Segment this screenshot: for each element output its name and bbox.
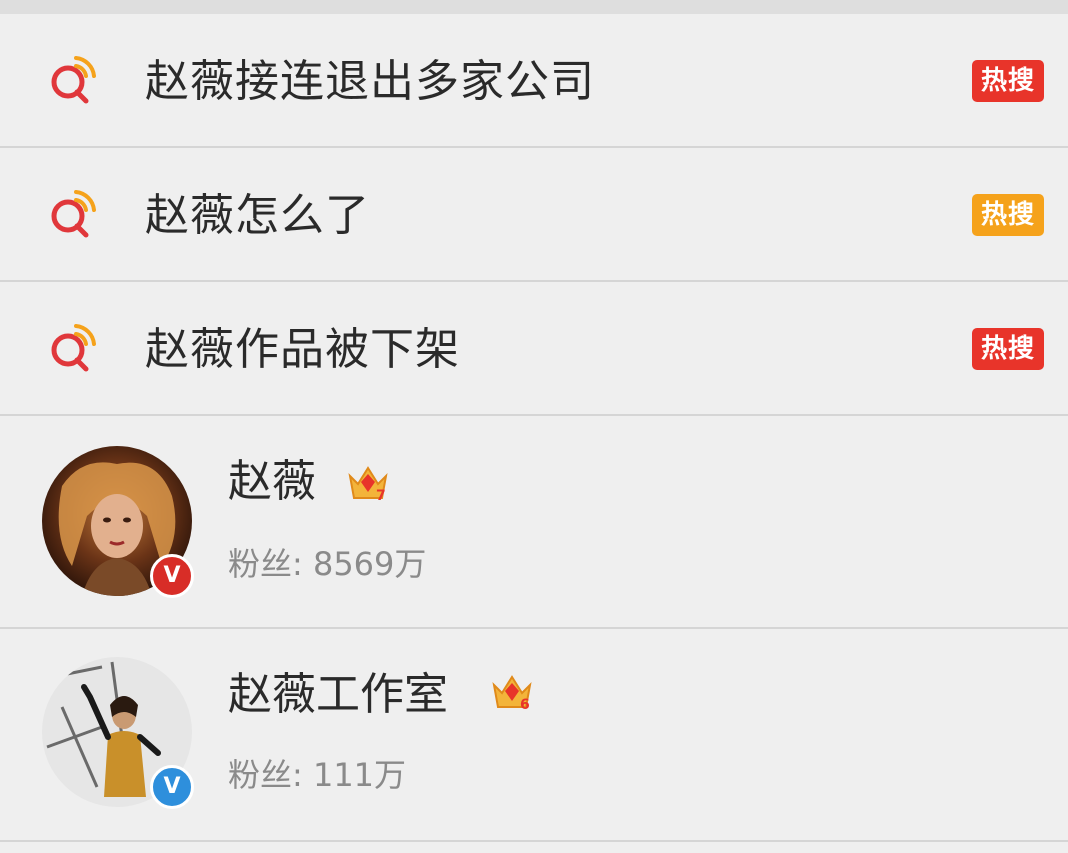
crown-level: 7 <box>376 488 386 504</box>
hot-search-text: 赵薇怎么了 <box>145 190 370 241</box>
verified-badge-icon: V <box>150 554 194 598</box>
user-name[interactable]: 赵薇工作室 <box>228 669 448 721</box>
crown-icon: 7 <box>348 466 388 504</box>
user-result-row[interactable]: V 赵薇 7 粉丝: 8569万 <box>0 416 1068 629</box>
user-result-row[interactable]: V 赵薇工作室 6 粉丝: 111万 <box>0 629 1068 842</box>
hot-search-row[interactable]: 赵薇作品被下架 热搜 <box>0 282 1068 416</box>
verified-badge-icon: V <box>150 765 194 809</box>
hot-badge: 热搜 <box>972 328 1044 370</box>
top-edge-strip <box>0 0 1068 14</box>
user-name[interactable]: 赵薇 <box>228 456 316 508</box>
hot-badge: 热搜 <box>972 194 1044 236</box>
hot-search-text: 赵薇接连退出多家公司 <box>145 56 595 107</box>
fans-count: 粉丝: 111万 <box>228 756 407 794</box>
hot-badge: 热搜 <box>972 60 1044 102</box>
search-icon <box>51 190 96 238</box>
hot-search-text: 赵薇作品被下架 <box>145 324 460 375</box>
crown-icon: 6 <box>492 675 532 713</box>
crown-level: 6 <box>520 697 530 713</box>
hot-search-row[interactable]: 赵薇接连退出多家公司 热搜 <box>0 14 1068 148</box>
fans-count: 粉丝: 8569万 <box>228 545 427 583</box>
search-icon <box>51 324 96 372</box>
search-icon <box>51 56 96 104</box>
hot-search-row[interactable]: 赵薇怎么了 热搜 <box>0 148 1068 282</box>
